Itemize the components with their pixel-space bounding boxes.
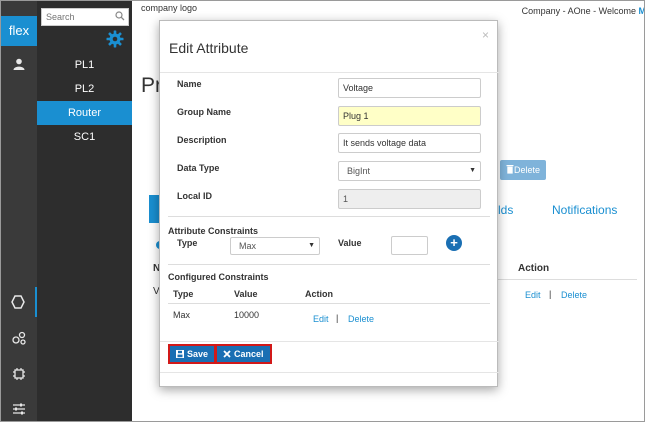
sidebar-item-router[interactable]: Router (37, 101, 132, 125)
row-edit-link[interactable]: Edit (525, 290, 541, 300)
cancel-button[interactable]: Cancel (215, 344, 272, 364)
column-header-action: Action (305, 289, 333, 299)
group-name-field[interactable] (338, 106, 481, 126)
local-id-label: Local ID (177, 191, 213, 201)
save-label: Save (187, 349, 209, 359)
modal-header-divider (160, 72, 499, 73)
constraint-row-type: Max (173, 310, 191, 320)
company-logo: company logo (141, 3, 198, 13)
data-type-select[interactable]: BigInt ▼ (338, 161, 481, 181)
search-box (41, 8, 129, 26)
table-divider (168, 303, 490, 304)
column-header-action: Action (518, 263, 550, 274)
delete-device-button[interactable]: Delete (500, 160, 546, 180)
chevron-down-icon: ▼ (308, 242, 315, 249)
add-constraint-button[interactable]: + (446, 235, 462, 251)
data-type-label: Data Type (177, 163, 220, 173)
name-label: Name (177, 79, 202, 89)
app-frame: flex Search PL1 PL2 Router SC1 company l… (0, 0, 645, 422)
delete-device-label: Delete (513, 165, 540, 175)
attribute-constraints-title: Attribute Constraints (168, 226, 258, 236)
constraint-value-input[interactable] (391, 236, 428, 255)
user-icon[interactable] (1, 49, 37, 79)
flex-logo: flex (1, 16, 37, 46)
table-divider (492, 279, 637, 280)
column-header-value: Value (234, 289, 258, 299)
row-link-separator: | (549, 289, 552, 299)
constraint-value-label: Value (338, 238, 362, 248)
sliders-icon[interactable] (1, 394, 37, 421)
constraint-edit-link[interactable]: Edit (313, 314, 329, 324)
section-divider (168, 264, 490, 265)
chevron-down-icon: ▼ (469, 167, 476, 174)
search-input[interactable] (42, 9, 114, 25)
tab-notifications[interactable]: Notifications (552, 203, 617, 217)
local-id-field (338, 189, 481, 209)
constraint-type-value: Max (239, 241, 257, 251)
sidebar-item-sc1[interactable]: SC1 (37, 125, 132, 149)
constraint-row-value: 10000 (234, 310, 260, 320)
configured-constraints-title: Configured Constraints (168, 272, 269, 282)
gear-icon[interactable] (106, 30, 124, 51)
description-field[interactable] (338, 133, 481, 153)
constraint-type-label: Type (177, 238, 198, 248)
sidebar-item-pl2[interactable]: PL2 (37, 77, 132, 101)
constraint-type-select[interactable]: Max ▼ (230, 237, 320, 255)
sidebar-item-pl1[interactable]: PL1 (37, 53, 132, 77)
tab-fields[interactable]: lds (498, 203, 513, 217)
welcome-text: Company - AOne - Welcome M (521, 6, 645, 16)
name-field[interactable] (338, 78, 481, 98)
row-delete-link[interactable]: Delete (561, 290, 587, 300)
edit-attribute-modal: Edit Attribute × Name Group Name Descrip… (159, 20, 499, 387)
welcome-label: Company - AOne - Welcome (521, 6, 636, 16)
constraint-link-separator: | (336, 313, 339, 323)
close-icon[interactable]: × (482, 28, 489, 42)
device-sidebar: PL1 PL2 Router SC1 (37, 1, 132, 421)
trash-icon (506, 165, 514, 174)
cancel-label: Cancel (234, 349, 264, 359)
close-icon (223, 350, 231, 358)
modal-title: Edit Attribute (169, 40, 249, 56)
hexagon-icon[interactable] (1, 287, 37, 317)
column-header-type: Type (173, 289, 194, 299)
data-type-value: BigInt (347, 166, 371, 176)
icon-rail: flex (1, 1, 37, 421)
section-divider (168, 216, 490, 217)
constraint-delete-link[interactable]: Delete (348, 314, 374, 324)
floppy-icon (176, 350, 184, 358)
save-button[interactable]: Save (168, 344, 217, 364)
description-label: Description (177, 135, 227, 145)
network-icon[interactable] (1, 323, 37, 353)
modal-footer-divider (160, 341, 499, 342)
group-name-label: Group Name (177, 107, 232, 117)
chip-icon[interactable] (1, 359, 37, 389)
modal-bottom-divider (160, 372, 499, 373)
user-menu[interactable]: M (639, 6, 645, 16)
search-icon[interactable] (115, 11, 125, 24)
